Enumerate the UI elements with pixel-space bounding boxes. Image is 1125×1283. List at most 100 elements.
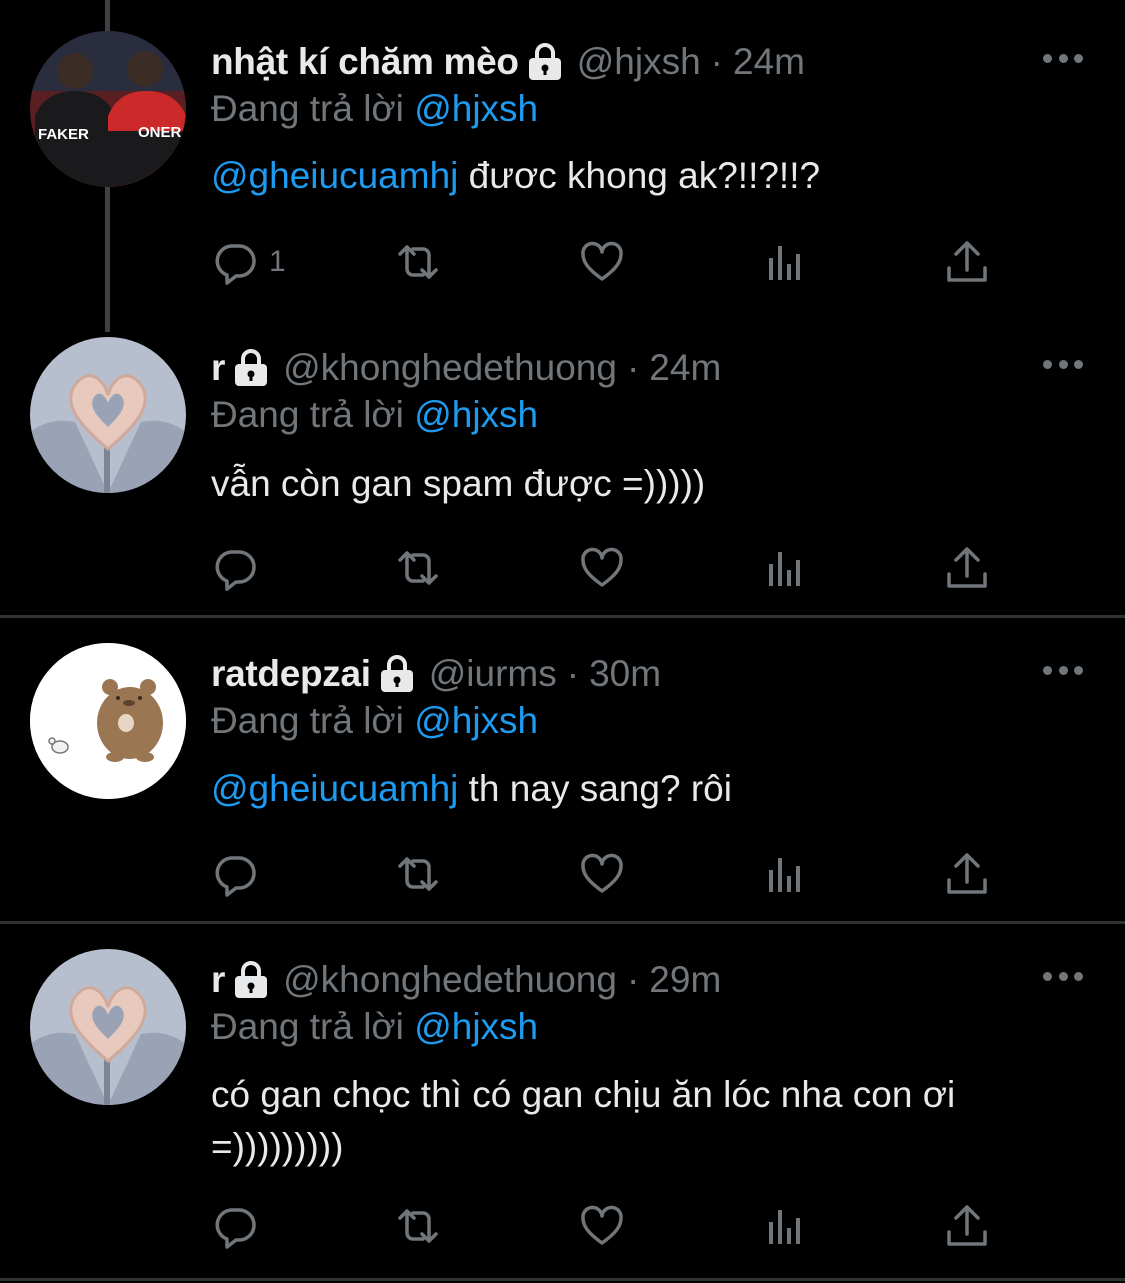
retweet-icon — [394, 238, 442, 286]
separator: · — [566, 653, 580, 694]
share-icon — [943, 850, 991, 898]
text-mention[interactable]: @gheiucuamhj — [211, 768, 458, 809]
tweet-3[interactable]: ratdepzai @iurms · 30m Đang trả lời @hjx… — [0, 612, 1125, 922]
separator: · — [710, 41, 723, 82]
lock-icon — [527, 42, 563, 82]
share-button[interactable] — [943, 1202, 991, 1250]
avatar-label-faker: FAKER — [38, 126, 89, 143]
replying-prefix: Đang trả lời — [211, 394, 404, 435]
views-button[interactable] — [762, 238, 810, 286]
avatar[interactable] — [30, 337, 186, 493]
tweet-2[interactable]: r @khonghedethuong · 24m Đang trả lời @h… — [0, 306, 1125, 616]
replying-prefix: Đang trả lời — [211, 1006, 404, 1047]
views-button[interactable] — [762, 850, 810, 898]
replying-prefix: Đang trả lời — [211, 88, 404, 129]
lock-icon — [233, 960, 269, 1000]
reply-icon — [211, 238, 259, 286]
avatar-label-oner: ONER — [138, 124, 182, 141]
reply-button[interactable]: 1 — [211, 238, 286, 286]
timestamp[interactable]: 24m — [649, 347, 721, 389]
timestamp[interactable]: 29m — [649, 959, 721, 1001]
replying-to: Đang trả lời @hjxsh — [211, 1006, 538, 1048]
handle[interactable]: @hjxsh — [577, 41, 701, 83]
handle[interactable]: @iurms — [429, 653, 557, 695]
views-button[interactable] — [762, 544, 810, 592]
replying-mention[interactable]: @hjxsh — [414, 394, 538, 435]
like-button[interactable] — [578, 544, 626, 592]
separator: · — [626, 959, 640, 1000]
text-body: đươc khong ak?!!?!!? — [458, 155, 821, 196]
divider — [0, 1278, 1125, 1281]
text-body: vẫn còn gan spam được =))))) — [211, 463, 706, 504]
share-icon — [943, 238, 991, 286]
like-icon — [578, 544, 626, 592]
more-icon[interactable] — [1043, 357, 1083, 371]
retweet-icon — [394, 1202, 442, 1250]
reply-icon — [211, 850, 259, 898]
replying-to: Đang trả lời @hjxsh — [211, 700, 538, 742]
reply-icon — [211, 544, 259, 592]
replying-mention[interactable]: @hjxsh — [414, 700, 538, 741]
retweet-button[interactable] — [394, 850, 442, 898]
tweet-header: nhật kí chăm mèo @hjxsh · 24m — [211, 37, 805, 87]
replying-mention[interactable]: @hjxsh — [414, 1006, 538, 1047]
display-name[interactable]: ratdepzai — [211, 653, 371, 695]
tweet-text: có gan chọc thì có gan chịu ăn lóc nha c… — [211, 1069, 1056, 1173]
views-button[interactable] — [762, 1202, 810, 1250]
reply-button[interactable] — [211, 544, 259, 592]
tweet-1[interactable]: FAKER ONER nhật kí chăm mèo @hjxsh · 24m… — [0, 0, 1125, 332]
retweet-button[interactable] — [394, 1202, 442, 1250]
replying-to: Đang trả lời @hjxsh — [211, 394, 538, 436]
avatar[interactable]: FAKER ONER — [30, 31, 186, 187]
avatar[interactable] — [30, 643, 186, 799]
share-button[interactable] — [943, 544, 991, 592]
replying-mention[interactable]: @hjxsh — [414, 88, 538, 129]
text-body: th nay sang? rôi — [458, 768, 732, 809]
separator: · — [626, 347, 640, 388]
tweet-header: ratdepzai @iurms · 30m — [211, 649, 661, 699]
like-icon — [578, 238, 626, 286]
views-icon — [762, 1202, 810, 1250]
handle[interactable]: @khonghedethuong — [283, 347, 617, 389]
share-button[interactable] — [943, 238, 991, 286]
views-icon — [762, 544, 810, 592]
like-button[interactable] — [578, 850, 626, 898]
views-icon — [762, 850, 810, 898]
tweet-4[interactable]: r @khonghedethuong · 29m Đang trả lời @h… — [0, 918, 1125, 1283]
tweet-header: r @khonghedethuong · 29m — [211, 955, 721, 1005]
like-button[interactable] — [578, 1202, 626, 1250]
text-mention[interactable]: @gheiucuamhj — [211, 155, 458, 196]
action-bar — [211, 850, 1011, 898]
handle[interactable]: @khonghedethuong — [283, 959, 617, 1001]
retweet-icon — [394, 850, 442, 898]
replying-to: Đang trả lời @hjxsh — [211, 88, 538, 130]
like-icon — [578, 1202, 626, 1250]
display-name[interactable]: r — [211, 347, 225, 389]
share-icon — [943, 544, 991, 592]
action-bar — [211, 1202, 1011, 1250]
more-icon[interactable] — [1043, 663, 1083, 677]
reply-button[interactable] — [211, 1202, 259, 1250]
like-icon — [578, 850, 626, 898]
tweet-header: r @khonghedethuong · 24m — [211, 343, 721, 393]
tweet-text: vẫn còn gan spam được =))))) — [211, 458, 1071, 510]
display-name[interactable]: r — [211, 959, 225, 1001]
lock-icon — [379, 654, 415, 694]
retweet-button[interactable] — [394, 544, 442, 592]
more-icon[interactable] — [1043, 969, 1083, 983]
action-bar: 1 — [211, 238, 1011, 286]
share-icon — [943, 1202, 991, 1250]
text-body: có gan chọc thì có gan chịu ăn lóc nha c… — [211, 1074, 956, 1167]
retweet-button[interactable] — [394, 238, 442, 286]
action-bar — [211, 544, 1011, 592]
avatar[interactable] — [30, 949, 186, 1105]
display-name[interactable]: nhật kí chăm mèo — [211, 41, 519, 83]
share-button[interactable] — [943, 850, 991, 898]
like-button[interactable] — [578, 238, 626, 286]
timestamp[interactable]: 30m — [589, 653, 661, 695]
timestamp[interactable]: 24m — [733, 41, 805, 83]
tweet-text: @gheiucuamhj th nay sang? rôi — [211, 763, 1071, 815]
replying-prefix: Đang trả lời — [211, 700, 404, 741]
more-icon[interactable] — [1043, 51, 1083, 65]
reply-button[interactable] — [211, 850, 259, 898]
